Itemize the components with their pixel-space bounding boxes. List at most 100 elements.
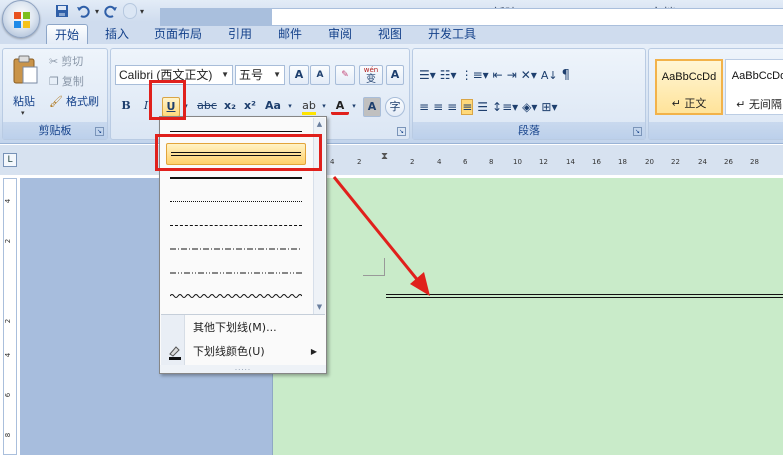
more-underlines-item[interactable]: 其他下划线(M)... xyxy=(161,317,325,339)
paragraph-group: ☰▾ ☷▾ ⋮≡▾ ⇤ ⇥ ✕▾ A↓ ¶ ≡ ≡ ≡ ≡ ☰ ↕≡▾ ◈▾ ⊞… xyxy=(412,48,646,140)
tab-developer[interactable]: 开发工具 xyxy=(420,24,484,44)
scroll-down-icon[interactable]: ▼ xyxy=(314,303,325,313)
office-button[interactable] xyxy=(2,0,40,38)
ruler-label: 22 xyxy=(671,158,680,166)
justify-icon[interactable]: ≡ xyxy=(461,99,474,115)
bold-button[interactable]: B xyxy=(117,97,135,117)
underline-option-wave[interactable] xyxy=(166,287,306,309)
sort-icon[interactable]: A↓ xyxy=(541,69,558,82)
distributed-icon[interactable]: ☰ xyxy=(477,100,488,114)
underline-color-item[interactable]: 下划线颜色(U) ▶ xyxy=(161,341,325,363)
borders-icon[interactable]: ⊞▾ xyxy=(541,100,557,114)
tab-selector[interactable]: L xyxy=(3,153,17,167)
font-color-button[interactable]: A xyxy=(331,97,349,115)
ruler-label: 2 xyxy=(410,158,415,166)
style-normal-sample: AaBbCcDd xyxy=(661,71,717,83)
enclose-character-button[interactable]: 字 xyxy=(385,97,405,117)
show-marks-icon[interactable]: ¶ xyxy=(562,68,570,83)
tab-view[interactable]: 视图 xyxy=(370,24,410,44)
undo-icon[interactable] xyxy=(74,2,92,20)
decrease-indent-icon[interactable]: ⇤ xyxy=(493,68,503,82)
cut-button[interactable]: ✂ 剪切 xyxy=(49,53,83,69)
character-border-button[interactable]: A xyxy=(386,65,404,85)
qat-customize-button[interactable] xyxy=(123,3,138,19)
style-no-spacing[interactable]: AaBbCcDd ↵ 无间隔 xyxy=(725,59,783,115)
v-ruler-label: 8 xyxy=(4,432,13,438)
qat-more-glyph[interactable]: ▾ xyxy=(140,7,144,16)
submenu-arrow-icon: ▶ xyxy=(310,347,317,356)
format-painter-label: 格式刷 xyxy=(65,95,99,108)
shading-icon[interactable]: ◈▾ xyxy=(522,100,537,114)
paragraph-launcher-icon[interactable]: ↘ xyxy=(633,127,642,136)
multilevel-list-icon[interactable]: ⋮≡▾ xyxy=(461,68,489,82)
line-spacing-icon[interactable]: ↕≡▾ xyxy=(492,100,518,114)
tab-insert[interactable]: 插入 xyxy=(98,24,136,44)
tab-references[interactable]: 引用 xyxy=(220,24,260,44)
copy-button[interactable]: ❐ 复制 xyxy=(49,73,84,89)
redo-icon[interactable] xyxy=(102,2,120,20)
scroll-up-icon[interactable]: ▲ xyxy=(314,120,325,130)
shrink-font-button[interactable]: A xyxy=(310,65,330,85)
increase-indent-icon[interactable]: ⇥ xyxy=(507,68,517,82)
v-ruler-label: 4 xyxy=(4,352,13,358)
office-logo-icon xyxy=(14,12,30,28)
style-normal[interactable]: AaBbCcDd ↵ 正文 xyxy=(655,59,723,115)
clipboard-launcher-icon[interactable]: ↘ xyxy=(95,127,104,136)
paste-label: 粘贴 xyxy=(13,95,35,108)
underline-option-dashed[interactable] xyxy=(166,215,306,237)
more-underlines-label: 其他下划线(M)... xyxy=(193,321,277,334)
underline-option-dash-dot-dot[interactable] xyxy=(166,263,306,285)
copy-label: 复制 xyxy=(61,75,84,88)
strikethrough-button[interactable]: abc xyxy=(195,97,219,117)
tab-page-layout[interactable]: 页面布局 xyxy=(146,24,210,44)
font-launcher-icon[interactable]: ↘ xyxy=(397,127,406,136)
clear-format-button[interactable]: ✎ xyxy=(335,65,355,85)
align-center-icon[interactable]: ≡ xyxy=(433,100,443,114)
bullets-icon[interactable]: ☰▾ xyxy=(419,68,436,82)
ruler-row: L xyxy=(0,145,783,175)
tab-home[interactable]: 开始 xyxy=(46,24,88,44)
document-page[interactable] xyxy=(272,178,783,455)
change-case-button[interactable]: Aa xyxy=(263,97,283,117)
highlight-button[interactable]: ab xyxy=(299,97,319,117)
paragraph-row-top: ☰▾ ☷▾ ⋮≡▾ ⇤ ⇥ ✕▾ A↓ ¶ xyxy=(419,65,570,85)
paste-button[interactable]: 粘贴 ▾ xyxy=(7,51,43,121)
ruler-margin-area xyxy=(160,8,272,26)
ruler-label: 18 xyxy=(618,158,627,166)
tab-review[interactable]: 审阅 xyxy=(320,24,360,44)
ruler-label: 4 xyxy=(330,158,335,166)
subscript-button[interactable]: x₂ xyxy=(221,97,239,117)
highlight-arrow-icon[interactable]: ▾ xyxy=(319,97,329,117)
vertical-ruler[interactable]: 4 2 2 4 6 8 xyxy=(3,178,17,455)
undo-dropdown-glyph[interactable]: ▾ xyxy=(95,7,99,16)
scissors-icon: ✂ xyxy=(49,54,59,68)
change-case-arrow-icon[interactable]: ▾ xyxy=(285,97,295,117)
character-shading-button[interactable]: A xyxy=(363,97,381,117)
underline-option-dotted[interactable] xyxy=(166,191,306,213)
indent-marker-icon[interactable]: ⧗ xyxy=(381,151,388,162)
resize-grip[interactable]: ..... xyxy=(160,365,326,373)
style-no-spacing-sample: AaBbCcDd xyxy=(731,70,783,82)
ribbon: 粘贴 ▾ ✂ 剪切 ❐ 复制 🖌 格式刷 剪贴板 ↘ Calibri (西文正文… xyxy=(0,44,783,144)
cut-label: 剪切 xyxy=(61,55,84,68)
save-icon[interactable] xyxy=(53,2,71,20)
ruler-label: 24 xyxy=(698,158,707,166)
superscript-button[interactable]: x² xyxy=(241,97,259,117)
font-color-arrow-icon[interactable]: ▾ xyxy=(349,97,359,117)
format-painter-button[interactable]: 🖌 格式刷 xyxy=(49,93,99,109)
paragraph-row-bottom: ≡ ≡ ≡ ≡ ☰ ↕≡▾ ◈▾ ⊞▾ xyxy=(419,97,558,117)
grow-font-button[interactable]: A xyxy=(289,65,309,85)
quick-access-toolbar: ▾ ▾ xyxy=(44,2,144,20)
tab-mailings[interactable]: 邮件 xyxy=(270,24,310,44)
clipboard-group: 粘贴 ▾ ✂ 剪切 ❐ 复制 🖌 格式刷 剪贴板 ↘ xyxy=(2,48,108,140)
chinese-layout-icon[interactable]: ✕▾ xyxy=(521,68,537,82)
font-size-combo[interactable]: 五号 ▼ xyxy=(235,65,285,85)
phonetic-guide-button[interactable]: wén 变 xyxy=(359,65,383,85)
underline-option-dash-dot[interactable] xyxy=(166,239,306,261)
font-name-arrow-icon: ▼ xyxy=(221,70,229,79)
horizontal-ruler[interactable] xyxy=(272,8,783,26)
align-right-icon[interactable]: ≡ xyxy=(447,100,457,114)
align-left-icon[interactable]: ≡ xyxy=(419,100,429,114)
ruler-label: 16 xyxy=(592,158,601,166)
numbering-icon[interactable]: ☷▾ xyxy=(440,68,457,82)
